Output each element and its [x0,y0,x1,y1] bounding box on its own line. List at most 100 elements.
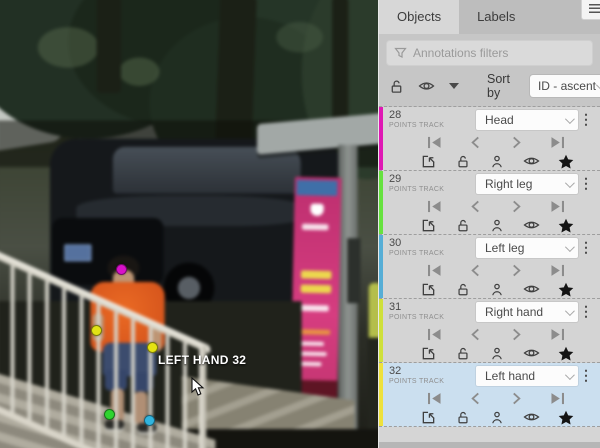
first-keyframe-button[interactable] [425,198,443,214]
object-label: Left hand [485,369,565,383]
object-type: POINTS TRACK [389,378,444,385]
hide-all-eye-icon[interactable] [418,79,435,93]
object-label-dropdown[interactable]: Head [476,110,578,130]
object-type: POINTS TRACK [389,186,444,193]
first-keyframe-button[interactable] [425,134,443,150]
object-id: 32 [389,366,444,377]
object-label: Right hand [485,305,565,319]
lock-toggle-button[interactable] [454,217,472,233]
object-label-dropdown[interactable]: Left hand [476,366,578,386]
yellow-figure [369,283,378,342]
lock-toggle-button[interactable] [454,345,472,361]
hidden-toggle-eye-button[interactable] [523,345,541,361]
occluded-toggle-button[interactable] [488,345,506,361]
occluded-toggle-button[interactable] [488,409,506,425]
occluded-toggle-button[interactable] [488,153,506,169]
object-actions-menu-button[interactable]: ⋮ [578,302,594,320]
previous-keyframe-button[interactable] [466,262,484,278]
object-id: 28 [389,110,444,121]
keypoint-left-foot[interactable] [144,415,155,426]
annotation-canvas[interactable]: LEFT HAND 32 [0,0,378,448]
object-id: 29 [389,174,444,185]
next-keyframe-button[interactable] [508,198,526,214]
keyframe-star-button[interactable] [557,409,575,425]
hidden-toggle-eye-button[interactable] [523,409,541,425]
previous-keyframe-button[interactable] [466,326,484,342]
chevron-down-icon [565,242,575,252]
sidebar-tabbar: Objects Labels [379,0,600,34]
previous-keyframe-button[interactable] [466,390,484,406]
chevron-down-icon [596,80,600,90]
object-item[interactable]: 32 POINTS TRACK Left hand ⋮ [379,363,600,427]
object-label: Right leg [485,177,565,191]
lock-toggle-button[interactable] [454,281,472,297]
last-keyframe-button[interactable] [549,262,567,278]
first-keyframe-button[interactable] [425,262,443,278]
last-keyframe-button[interactable] [549,134,567,150]
object-item[interactable]: 30 POINTS TRACK Left leg ⋮ [379,235,600,299]
previous-keyframe-button[interactable] [466,198,484,214]
object-list: 28 POINTS TRACK Head ⋮ [379,106,600,427]
object-item[interactable]: 29 POINTS TRACK Right leg ⋮ [379,171,600,235]
object-item[interactable]: 28 POINTS TRACK Head ⋮ [379,107,600,171]
object-label-dropdown[interactable]: Left leg [476,238,578,258]
keypoint-head[interactable] [116,264,127,275]
lock-toggle-button[interactable] [454,409,472,425]
pinned-toggle-button[interactable] [419,153,437,169]
object-actions-menu-button[interactable]: ⋮ [578,366,594,384]
first-keyframe-button[interactable] [425,390,443,406]
tab-objects[interactable]: Objects [379,0,459,34]
keyframe-star-button[interactable] [557,281,575,297]
keyframe-star-button[interactable] [557,345,575,361]
chevron-down-icon [565,306,575,316]
object-actions-menu-button[interactable]: ⋮ [578,238,594,256]
expand-states-caret-icon[interactable] [449,83,459,89]
keypoint-left-hand[interactable] [147,342,158,353]
next-keyframe-button[interactable] [508,134,526,150]
chevron-down-icon [565,370,575,380]
license-plate [64,244,91,261]
object-label-dropdown[interactable]: Right hand [476,302,578,322]
object-label: Head [485,113,565,127]
mouse-cursor [191,377,205,401]
hidden-toggle-eye-button[interactable] [523,217,541,233]
last-keyframe-button[interactable] [549,326,567,342]
keyframe-star-button[interactable] [557,217,575,233]
chevron-down-icon [565,114,575,124]
pinned-toggle-button[interactable] [419,217,437,233]
next-keyframe-button[interactable] [508,262,526,278]
tab-labels[interactable]: Labels [459,0,533,34]
annotations-filter-input[interactable] [386,40,593,66]
object-type: POINTS TRACK [389,314,444,321]
last-keyframe-button[interactable] [549,198,567,214]
next-keyframe-button[interactable] [508,390,526,406]
first-keyframe-button[interactable] [425,326,443,342]
sort-dropdown[interactable]: ID - ascent [530,75,600,97]
last-keyframe-button[interactable] [549,390,567,406]
hidden-toggle-eye-button[interactable] [523,153,541,169]
object-type: POINTS TRACK [389,250,444,257]
previous-keyframe-button[interactable] [466,134,484,150]
object-actions-menu-button[interactable]: ⋮ [578,174,594,192]
object-actions-menu-button[interactable]: ⋮ [578,110,594,128]
video-frame [0,0,378,448]
lock-toggle-button[interactable] [454,153,472,169]
object-id: 30 [389,238,444,249]
keypoint-right-hand[interactable] [91,325,102,336]
object-type: POINTS TRACK [389,122,444,129]
sort-value: ID - ascent [538,79,596,93]
pinned-toggle-button[interactable] [419,345,437,361]
next-keyframe-button[interactable] [508,326,526,342]
keypoint-right-foot[interactable] [104,409,115,420]
keyframe-star-button[interactable] [557,153,575,169]
occluded-toggle-button[interactable] [488,217,506,233]
hidden-toggle-eye-button[interactable] [523,281,541,297]
pinned-toggle-button[interactable] [419,409,437,425]
collapse-sidebar-button[interactable] [581,0,600,20]
objects-sidebar: Objects Labels [378,0,600,448]
object-item[interactable]: 31 POINTS TRACK Right hand ⋮ [379,299,600,363]
occluded-toggle-button[interactable] [488,281,506,297]
object-label-dropdown[interactable]: Right leg [476,174,578,194]
lock-all-icon[interactable] [389,79,404,94]
pinned-toggle-button[interactable] [419,281,437,297]
